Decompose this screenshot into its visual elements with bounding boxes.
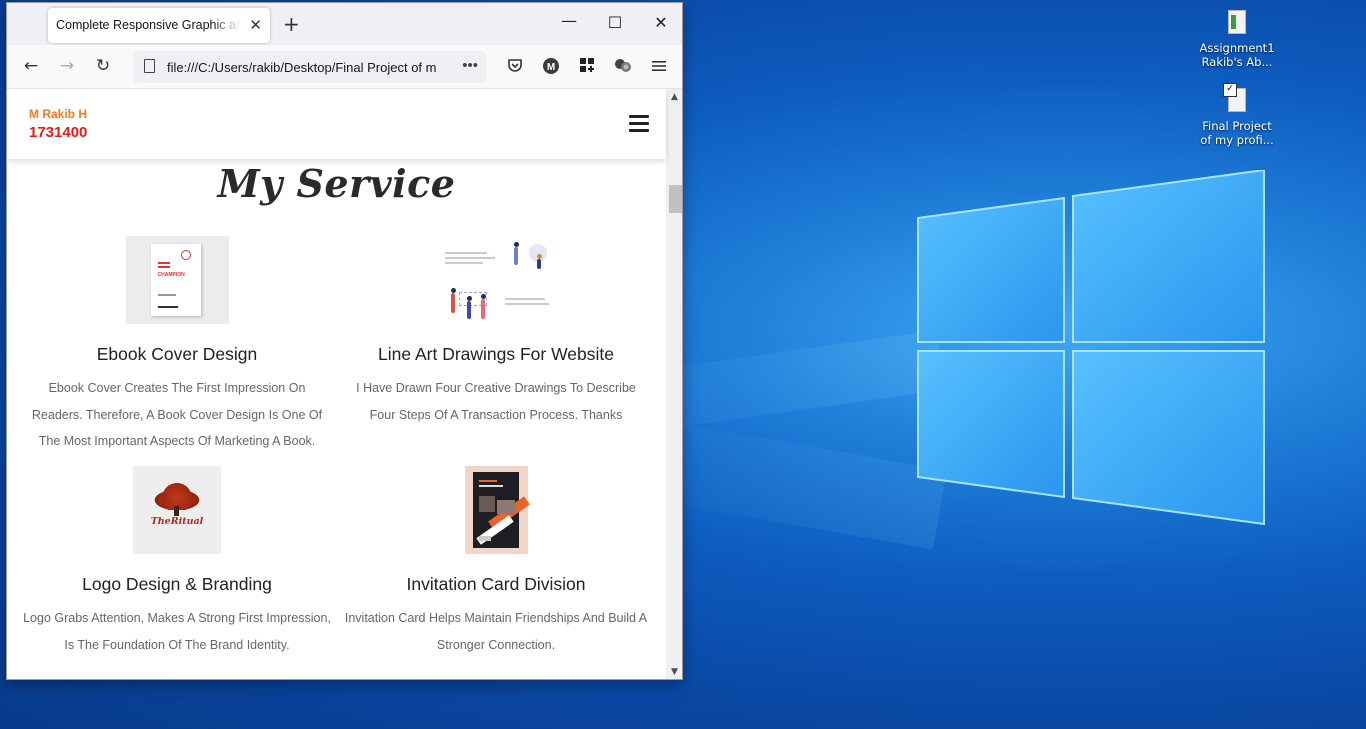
- brand-id[interactable]: 1731400: [29, 124, 87, 141]
- file-icon: [1226, 10, 1248, 38]
- page-actions-icon[interactable]: •••: [458, 57, 478, 74]
- hamburger-menu-icon[interactable]: [629, 115, 649, 132]
- url-text: file:///C:/Users/rakib/Desktop/Final Pro…: [167, 60, 437, 75]
- desktop-icon-label: Final Project: [1202, 119, 1272, 133]
- service-card-ebook: CHAMPION Ebook Cover Design Ebook Cover …: [17, 236, 337, 455]
- address-bar[interactable]: file:///C:/Users/rakib/Desktop/Final Pro…: [133, 51, 486, 83]
- file-icon: [1223, 83, 1248, 116]
- service-title: Ebook Cover Design: [96, 344, 258, 364]
- menu-icon[interactable]: [649, 57, 669, 77]
- browser-window: Complete Responsive Graphic and w ✕ + — …: [6, 2, 683, 680]
- service-title: Invitation Card Division: [406, 574, 586, 594]
- scroll-thumb[interactable]: [669, 185, 682, 213]
- new-tab-button[interactable]: +: [283, 14, 300, 34]
- minimize-button[interactable]: —: [559, 11, 579, 30]
- section-title: My Service: [217, 161, 456, 206]
- pocket-icon[interactable]: [505, 57, 525, 77]
- service-title: Line Art Drawings For Website: [377, 344, 615, 364]
- site-header: M Rakib H 1731400: [7, 89, 666, 159]
- extensions-icon[interactable]: [577, 57, 597, 77]
- page-viewport: M Rakib H 1731400 My Service CHAMPION Eb…: [7, 89, 682, 679]
- tab-close-icon[interactable]: ✕: [249, 16, 262, 34]
- close-window-button[interactable]: ✕: [651, 13, 671, 32]
- line-art-image: [441, 236, 551, 324]
- back-button[interactable]: ←: [20, 56, 42, 76]
- desktop-icon-label: of my profi...: [1200, 133, 1274, 147]
- tab-title: Complete Responsive Graphic and w: [56, 18, 240, 32]
- vertical-scrollbar[interactable]: ▲ ▼: [666, 89, 682, 679]
- desktop-icon-label: Assignment1: [1199, 41, 1275, 55]
- service-card-logo: TheRitual Logo Design & Branding Logo Gr…: [17, 466, 337, 658]
- title-bar: Complete Responsive Graphic and w ✕ + — …: [7, 3, 682, 45]
- browser-tab[interactable]: Complete Responsive Graphic and w ✕: [48, 8, 270, 43]
- desktop-icon-final-project[interactable]: Final Project of my profi...: [1197, 83, 1277, 147]
- logo-design-image: TheRitual: [133, 466, 221, 554]
- desktop-icon-label: Rakib's Ab...: [1201, 55, 1273, 69]
- containers-icon[interactable]: [613, 57, 633, 77]
- desktop-icon-assignment1[interactable]: Assignment1 Rakib's Ab...: [1197, 10, 1277, 69]
- maximize-button[interactable]: ☐: [605, 13, 625, 32]
- forward-button[interactable]: →: [56, 56, 78, 76]
- scroll-down-icon[interactable]: ▼: [666, 664, 682, 679]
- service-description: Invitation Card Helps Maintain Friendshi…: [344, 611, 648, 652]
- service-description: Logo Grabs Attention, Makes A Strong Fir…: [23, 611, 331, 652]
- service-title: Logo Design & Branding: [82, 574, 272, 594]
- scroll-up-icon[interactable]: ▲: [666, 89, 682, 106]
- reload-button[interactable]: ↻: [92, 56, 114, 76]
- account-icon[interactable]: M: [541, 57, 561, 77]
- brand-name[interactable]: M Rakib H: [29, 107, 87, 121]
- service-description: Ebook Cover Creates The First Impression…: [31, 381, 323, 448]
- invitation-card-image: [464, 466, 530, 554]
- windows-logo: [917, 170, 1265, 525]
- service-description: I Have Drawn Four Creative Drawings To D…: [356, 381, 636, 422]
- service-card-line-art: Line Art Drawings For Website I Have Dra…: [336, 236, 656, 428]
- ebook-cover-image: CHAMPION: [125, 236, 229, 324]
- navigation-toolbar: ← → ↻ file:///C:/Users/rakib/Desktop/Fin…: [7, 45, 682, 89]
- page-icon: [144, 59, 155, 73]
- service-card-invitation: Invitation Card Division Invitation Card…: [336, 466, 656, 658]
- svg-text:M: M: [547, 62, 555, 73]
